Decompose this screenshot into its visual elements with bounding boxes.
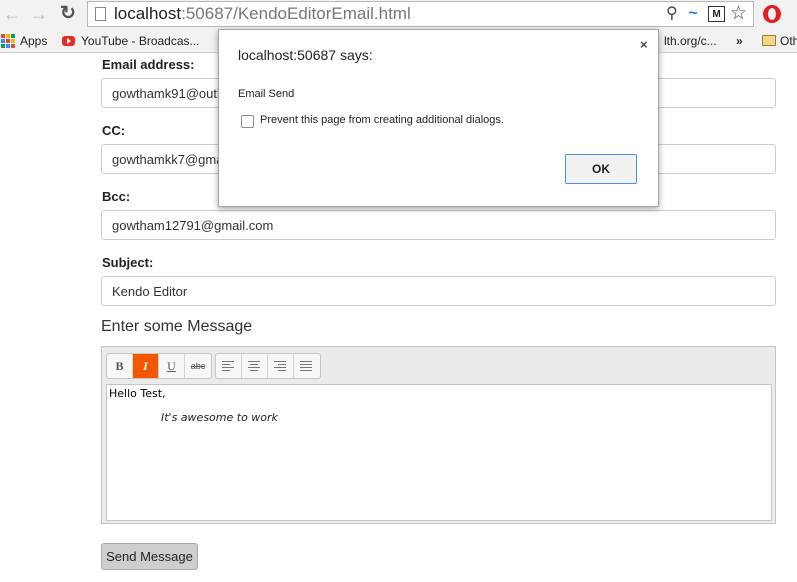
editor-line: Hello Test,	[109, 387, 166, 400]
apps-dot	[1, 34, 5, 38]
forward-icon[interactable]: →	[28, 4, 50, 24]
browser-toolbar: ← → ↻ localhost:50687/KendoEditorEmail.h…	[0, 0, 797, 29]
apps-dot	[11, 34, 15, 38]
apps-dot	[6, 44, 10, 48]
cc-label: CC:	[102, 123, 126, 138]
zoom-icon[interactable]: ⚲	[666, 4, 678, 24]
send-message-button[interactable]: Send Message	[101, 543, 198, 570]
url-host: localhost	[114, 4, 182, 23]
bookmark-youtube[interactable]: YouTube - Broadcas...	[81, 32, 200, 50]
star-icon[interactable]: ☆	[730, 4, 747, 24]
opera-icon[interactable]	[763, 5, 781, 23]
alert-dialog: localhost:50687 says: × Email Send Preve…	[218, 29, 659, 207]
align-center-icon	[248, 361, 260, 371]
align-right-button[interactable]	[268, 354, 294, 378]
back-icon[interactable]: ←	[1, 4, 23, 24]
strikethrough-button[interactable]: abc	[185, 354, 211, 378]
subject-label: Subject:	[102, 255, 154, 270]
rich-text-editor: B I U abc Hello Test, It's awesome to wo…	[101, 346, 776, 524]
folder-icon	[762, 35, 776, 46]
close-icon[interactable]: ×	[640, 37, 648, 52]
url-path: :50687/KendoEditorEmail.html	[181, 4, 411, 23]
reload-icon[interactable]: ↻	[57, 4, 79, 24]
underline-button[interactable]: U	[159, 354, 185, 378]
apps-dot	[6, 34, 10, 38]
bold-button[interactable]: B	[107, 354, 133, 378]
align-left-button[interactable]	[216, 354, 242, 378]
align-center-button[interactable]	[242, 354, 268, 378]
bcc-field[interactable]	[101, 210, 776, 240]
subject-input[interactable]	[102, 277, 762, 305]
url-text[interactable]: localhost:50687/KendoEditorEmail.html	[114, 4, 411, 24]
editor-line: It's awesome to work	[161, 411, 278, 424]
align-left-icon	[222, 361, 234, 371]
extension-m-icon[interactable]: M	[708, 6, 725, 22]
apps-dot	[11, 44, 15, 48]
align-right-icon	[274, 361, 286, 371]
bookmark-apps[interactable]: Apps	[20, 32, 47, 50]
email-label: Email address:	[102, 57, 195, 72]
youtube-icon	[62, 36, 75, 46]
ok-button[interactable]: OK	[565, 154, 637, 184]
apps-dot	[1, 44, 5, 48]
align-toolbar	[215, 353, 321, 379]
bookmarks-more-icon[interactable]: »	[736, 32, 743, 50]
apps-dot	[6, 39, 10, 43]
apps-dot	[11, 39, 15, 43]
apps-icon[interactable]	[1, 34, 15, 48]
bookmark-other[interactable]: Oth	[780, 32, 797, 50]
bcc-label: Bcc:	[102, 189, 131, 204]
dialog-title: localhost:50687 says:	[238, 47, 373, 63]
format-toolbar: B I U abc	[106, 353, 212, 379]
page-icon	[95, 7, 106, 21]
message-heading: Enter some Message	[101, 318, 253, 335]
italic-button[interactable]: I	[133, 354, 159, 378]
justify-button[interactable]	[294, 354, 320, 378]
prevent-dialogs-checkbox[interactable]	[241, 115, 254, 128]
bcc-input[interactable]	[102, 211, 762, 239]
editor-content[interactable]: Hello Test, It's awesome to work	[106, 384, 772, 521]
justify-icon	[300, 361, 312, 371]
address-bar[interactable]: localhost:50687/KendoEditorEmail.html ⚲ …	[87, 1, 754, 27]
extension-icon[interactable]: ~	[688, 4, 697, 24]
bookmark-truncated[interactable]: lth.org/c...	[664, 32, 717, 50]
dialog-message: Email Send	[238, 88, 295, 100]
subject-field[interactable]	[101, 276, 776, 306]
prevent-dialogs-label[interactable]: Prevent this page from creating addition…	[260, 114, 504, 126]
apps-dot	[1, 39, 5, 43]
